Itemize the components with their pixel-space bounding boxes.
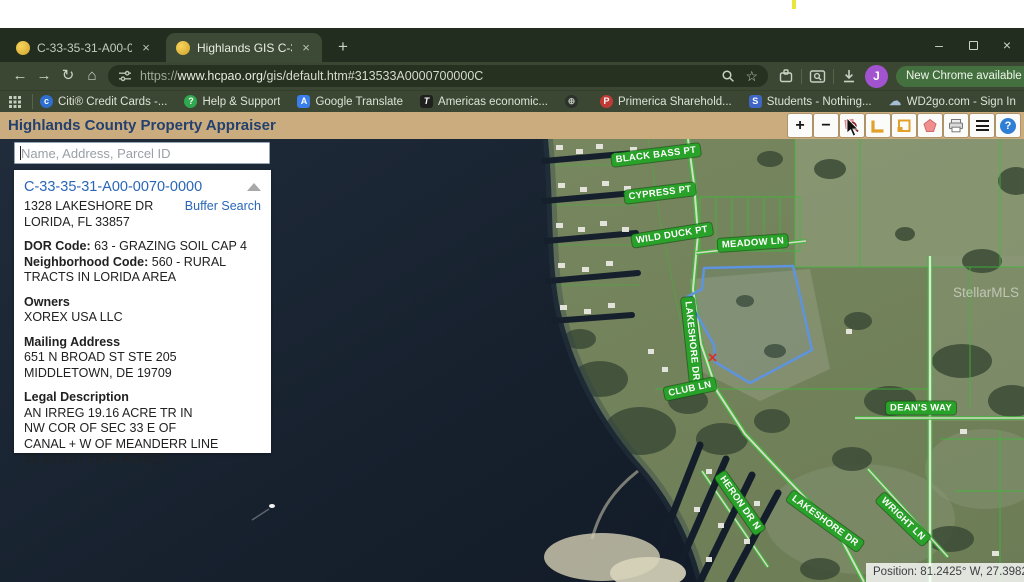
hamburger-icon [976,120,989,131]
chrome-update-button[interactable]: New Chrome available ⋮ [896,66,1024,87]
t-icon: T [420,95,433,108]
street-label: DEAN'S WAY [886,402,956,415]
printer-icon [948,118,964,134]
divider [32,94,33,109]
cloud-icon: ☁ [889,95,902,108]
hcpao-favicon [16,41,30,55]
divider [833,69,834,84]
site-address-line2: LORIDA, FL 33857 [24,215,261,231]
site-info-icon[interactable] [118,69,132,83]
neighborhood-row: Neighborhood Code: 560 - RURAL TRACTS IN… [24,255,261,286]
position-readout: Position: 81.2425° W, 27.3982° N [866,563,1024,582]
owners-section: Owners XOREX USA LLC [24,295,261,326]
measure-button[interactable] [866,114,890,137]
ruler-icon [870,118,886,134]
tab-search-icon[interactable] [809,69,826,84]
tab-title: Highlands GIS C-33-35-31-A00 [197,41,292,55]
url-text: https://www.hcpao.org/gis/default.htm#31… [140,69,711,83]
window-top-strip [0,0,1024,28]
primerica-icon: P [600,95,613,108]
tab-parcel-page[interactable]: C-33-35-31-A00-0070-0000 - H × [6,33,162,62]
help-button[interactable]: ? [996,114,1020,137]
polygon-select-button[interactable] [918,114,942,137]
mailing-section: Mailing Address 651 N BROAD ST STE 205 M… [24,335,261,382]
window-controls: – × [922,28,1024,62]
legal-section: Legal Description AN IRREG 19.16 ACRE TR… [24,390,261,468]
minimize-button[interactable]: – [922,28,956,62]
print-button[interactable] [944,114,968,137]
site-address-line1: 1328 LAKESHORE DR [24,199,153,215]
stellar-mls-watermark: StellarMLS [953,285,1019,300]
page-title: Highlands County Property Appraiser [8,117,276,134]
hcpao-favicon [176,41,190,55]
reload-button[interactable]: ↻ [56,64,80,88]
bookmark-globe[interactable]: ⊕ [565,95,583,108]
dor-code-row: DOR Code: 63 - GRAZING SOIL CAP 4 [24,239,261,255]
parcel-id-link[interactable]: C-33-35-31-A00-0070-0000 [24,179,202,196]
chrome-update-label: New Chrome available [906,70,1022,82]
zoom-out-button[interactable]: − [814,114,838,137]
area-measure-button[interactable] [892,114,916,137]
text-caret [20,146,21,160]
close-button[interactable]: × [990,28,1024,62]
students-icon: S [749,95,762,108]
bookmark-americas-economic[interactable]: TAmericas economic... [420,95,548,108]
restore-button[interactable] [956,28,990,62]
home-button[interactable]: ⌂ [80,64,104,88]
citi-icon: c [40,95,53,108]
app-header: Highlands County Property Appraiser + − … [0,112,1024,139]
tab-close-icon[interactable]: × [138,40,154,56]
bookmark-citi-cards[interactable]: cCiti® Credit Cards -... [40,95,167,108]
tab-gis-page[interactable]: Highlands GIS C-33-35-31-A00 × [166,33,322,62]
profile-avatar[interactable]: J [865,65,888,88]
polygon-icon [922,118,938,134]
collapse-caret-icon[interactable] [247,183,261,191]
tab-strip: C-33-35-31-A00-0070-0000 - H × Highlands… [0,28,1024,62]
new-tab-button[interactable]: + [330,34,356,60]
browser-toolbar: ← → ↻ ⌂ https://www.hcpao.org/gis/defaul… [0,62,1024,90]
bookmarks-bar: cCiti® Credit Cards -... ?Help & Support… [0,90,1024,112]
bookmark-star-icon[interactable]: ☆ [745,68,758,85]
zoom-in-button[interactable]: + [788,114,812,137]
address-bar[interactable]: https://www.hcpao.org/gis/default.htm#31… [108,65,768,87]
forward-button[interactable]: → [32,64,56,88]
gis-toolbar: + − ? [788,114,1020,137]
bookmark-students[interactable]: SStudents - Nothing... [749,95,872,108]
bookmark-help-support[interactable]: ?Help & Support [184,95,280,108]
bookmark-google-translate[interactable]: AGoogle Translate [297,95,403,108]
help-icon: ? [1000,118,1016,134]
back-button[interactable]: ← [8,64,32,88]
apps-grid-icon[interactable] [9,96,21,108]
search-input[interactable] [14,142,270,164]
divider [801,69,802,84]
help-icon: ? [184,95,197,108]
menu-button[interactable] [970,114,994,137]
extensions-icon[interactable] [778,68,794,84]
zoom-page-icon[interactable] [721,69,735,83]
mouse-cursor [846,118,862,138]
bookmark-primerica[interactable]: PPrimerica Sharehold... [600,95,732,108]
bookmark-wd2go[interactable]: ☁WD2go.com - Sign In [889,95,1016,108]
download-icon[interactable] [841,68,857,84]
globe-icon: ⊕ [565,95,578,108]
tab-close-icon[interactable]: × [298,40,314,56]
area-icon [896,118,912,134]
restore-icon [969,41,978,50]
tab-title: C-33-35-31-A00-0070-0000 - H [37,41,132,55]
buffer-search-link[interactable]: Buffer Search [185,199,261,215]
yellow-marker [792,0,796,9]
parcel-info-card: C-33-35-31-A00-0070-0000 1328 LAKESHORE … [14,170,271,453]
translate-icon: A [297,95,310,108]
